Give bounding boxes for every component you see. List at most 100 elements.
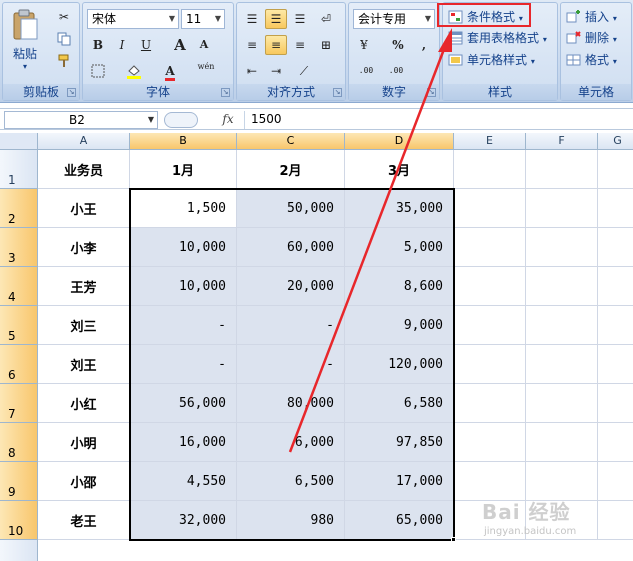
empty-cell[interactable] [598,423,633,462]
column-header-c[interactable]: C [237,133,345,150]
salesperson-cell[interactable]: 刘三 [38,306,130,345]
row-header[interactable]: 8 [0,423,38,462]
empty-cell[interactable] [526,267,598,306]
row-header[interactable]: 2 [0,189,38,228]
mar-value-cell[interactable]: 17,000 [345,462,454,501]
font-launcher-icon[interactable]: ↘ [221,88,230,97]
alignment-launcher-icon[interactable]: ↘ [333,88,342,97]
salesperson-cell[interactable]: 小李 [38,228,130,267]
align-center-button[interactable]: ≡ [265,35,287,55]
paste-button[interactable]: 粘贴 ▾ [7,7,43,73]
grow-font-button[interactable]: A [169,35,191,55]
font-color-button[interactable]: A [159,61,181,81]
mar-value-cell[interactable]: 35,000 [345,189,454,228]
feb-value-cell[interactable]: 6,500 [237,462,345,501]
row-header[interactable]: 1 [0,150,38,189]
empty-cell[interactable] [454,384,526,423]
number-launcher-icon[interactable]: ↘ [427,88,436,97]
align-bottom-button[interactable]: ☰ [289,9,311,29]
increase-indent-button[interactable]: ⇥ [265,61,287,81]
feb-value-cell[interactable]: - [237,345,345,384]
merge-center-button[interactable]: ⊞ [315,35,337,55]
empty-cell[interactable] [598,189,633,228]
formula-bar-toggle[interactable] [164,112,198,128]
empty-cell[interactable] [598,228,633,267]
currency-button[interactable]: ¥ [353,35,375,55]
empty-cell[interactable] [526,345,598,384]
jan-value-cell[interactable]: - [130,345,237,384]
fill-color-button[interactable] [123,61,145,81]
column-header-b[interactable]: B [130,133,237,150]
row-header[interactable]: 6 [0,345,38,384]
row-header[interactable]: 5 [0,306,38,345]
insert-function-icon[interactable]: fx [218,111,238,129]
select-all-button[interactable] [0,133,38,150]
decrease-indent-button[interactable]: ⇤ [241,61,263,81]
copy-button[interactable] [53,29,75,49]
number-format-select[interactable]: 会计专用 ▼ [353,9,435,29]
align-middle-button[interactable]: ☰ [265,9,287,29]
align-right-button[interactable]: ≡ [289,35,311,55]
feb-value-cell[interactable]: 20,000 [237,267,345,306]
empty-cell[interactable] [454,423,526,462]
clipboard-launcher-icon[interactable]: ↘ [67,88,76,97]
percent-button[interactable]: % [387,35,409,55]
jan-value-cell[interactable]: 10,000 [130,267,237,306]
italic-button[interactable]: I [111,35,133,55]
mar-value-cell[interactable]: 6,580 [345,384,454,423]
feb-value-cell[interactable]: 50,000 [237,189,345,228]
salesperson-cell[interactable]: 王芳 [38,267,130,306]
underline-button[interactable]: U [135,35,157,55]
column-header-g[interactable]: G [598,133,633,150]
column-header-a[interactable]: A [38,133,130,150]
header-cell-salesperson[interactable]: 业务员 [38,150,130,189]
column-header-f[interactable]: F [526,133,598,150]
empty-cell[interactable] [526,384,598,423]
align-left-button[interactable]: ≡ [241,35,263,55]
feb-value-cell[interactable]: 6,000 [237,423,345,462]
increase-decimal-button[interactable]: .00 [355,61,377,81]
header-cell-feb[interactable]: 2月 [237,150,345,189]
empty-cell[interactable] [526,306,598,345]
empty-cell[interactable] [454,345,526,384]
mar-value-cell[interactable]: 97,850 [345,423,454,462]
empty-cell[interactable] [454,150,526,189]
wrap-text-button[interactable]: ⏎ [315,9,337,29]
font-name-select[interactable]: 宋体 ▼ [87,9,179,29]
column-header-d[interactable]: D [345,133,454,150]
salesperson-cell[interactable]: 小明 [38,423,130,462]
empty-cell[interactable] [598,306,633,345]
row-header[interactable]: 3 [0,228,38,267]
empty-cell[interactable] [598,384,633,423]
delete-button[interactable]: 删除 ▾ [563,28,617,48]
empty-cell[interactable] [526,189,598,228]
jan-value-cell[interactable]: 16,000 [130,423,237,462]
comma-button[interactable]: , [413,35,435,55]
salesperson-cell[interactable]: 老王 [38,501,130,540]
empty-cell[interactable] [526,228,598,267]
empty-cell[interactable] [598,267,633,306]
salesperson-cell[interactable]: 刘王 [38,345,130,384]
empty-cell[interactable] [454,267,526,306]
jan-value-cell[interactable]: 56,000 [130,384,237,423]
mar-value-cell[interactable]: 9,000 [345,306,454,345]
jan-value-cell[interactable]: - [130,306,237,345]
formula-input[interactable]: 1500 [244,111,632,129]
row-header[interactable]: 10 [0,501,38,540]
jan-value-cell[interactable]: 4,550 [130,462,237,501]
mar-value-cell[interactable]: 65,000 [345,501,454,540]
format-painter-button[interactable] [53,51,75,71]
jan-value-cell[interactable]: 10,000 [130,228,237,267]
feb-value-cell[interactable]: 60,000 [237,228,345,267]
header-cell-jan[interactable]: 1月 [130,150,237,189]
row-header[interactable]: 9 [0,462,38,501]
row-header[interactable]: 4 [0,267,38,306]
empty-cell[interactable] [526,150,598,189]
mar-value-cell[interactable]: 5,000 [345,228,454,267]
feb-value-cell[interactable]: 980 [237,501,345,540]
header-cell-mar[interactable]: 3月 [345,150,454,189]
row-header[interactable]: 7 [0,384,38,423]
font-size-select[interactable]: 11 ▼ [181,9,225,29]
salesperson-cell[interactable]: 小邵 [38,462,130,501]
name-box[interactable]: B2 ▼ [4,111,158,129]
